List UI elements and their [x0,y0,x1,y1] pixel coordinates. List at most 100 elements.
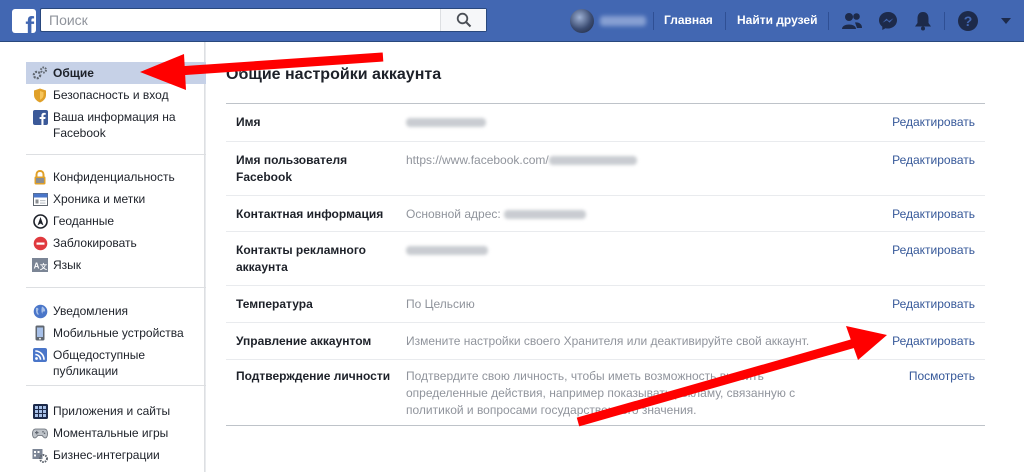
friends-icon[interactable] [840,9,864,33]
sidebar-item-mobile[interactable]: Мобильные устройства [26,322,206,344]
edit-name-link[interactable]: Редактировать [892,114,975,131]
edit-username-link[interactable]: Редактировать [892,152,975,169]
sidebar-item-label: Мобильные устройства [53,326,184,340]
messenger-icon[interactable] [876,9,900,33]
settings-sidebar: Общие Безопасность и вход Ваша информаци… [0,42,206,472]
svg-text:A: A [34,262,40,271]
sidebar-item-label: Конфиденциальность [53,170,175,184]
sidebar-group-notifications: Уведомления Мобильные устройства Общедос… [26,300,206,382]
dropdown-caret-icon[interactable] [994,9,1018,33]
sidebar-item-label: Язык [53,258,82,272]
row-value: Подтвердите свою личность, чтобы иметь в… [406,369,796,417]
sidebar-group-account: Общие Безопасность и вход Ваша информаци… [26,62,206,144]
profile-link[interactable] [570,9,646,33]
user-name-redacted [600,16,646,26]
svg-text:?: ? [964,13,973,29]
settings-row-name[interactable]: Имя Редактировать [226,104,985,141]
language-icon: A文 [32,257,48,273]
gamepad-icon [32,425,48,441]
sidebar-item-label: Приложения и сайты [53,404,171,418]
sidebar-item-label: Геоданные [53,214,115,228]
settings-row-username[interactable]: Имя пользователя Facebook https://www.fa… [226,141,985,195]
row-value [406,114,826,131]
search-button[interactable] [440,9,486,31]
facebook-logo-icon[interactable]: f [12,9,36,33]
lock-icon [32,169,48,185]
view-identity-link[interactable]: Посмотреть [909,368,975,385]
sidebar-item-location[interactable]: Геоданные [26,210,206,232]
row-value: Основной адрес: [406,206,826,223]
search-icon [456,12,471,28]
sidebar-item-instant-games[interactable]: Моментальные игры [26,422,206,444]
nav-divider [725,12,726,30]
help-icon[interactable]: ? [956,9,980,33]
rss-icon [32,347,48,363]
sidebar-item-apps[interactable]: Приложения и сайты [26,400,206,422]
row-value: Измените настройки своего Хранителя или … [406,334,810,348]
row-label: Контакты рекламного аккаунта [236,243,366,274]
sidebar-item-label: Заблокировать [53,236,137,250]
row-value [406,242,826,259]
sidebar-item-notifications[interactable]: Уведомления [26,300,206,322]
sidebar-item-label: Бизнес-интеграции [53,448,160,462]
redacted-email [504,210,587,220]
sidebar-item-general[interactable]: Общие [26,62,206,84]
nav-divider [653,12,654,30]
redacted-name [406,118,486,128]
sidebar-group-privacy: Конфиденциальность Хроника и метки Геода… [26,166,206,276]
row-label: Управление аккаунтом [236,334,372,348]
nav-divider [828,12,829,30]
redacted-username [548,156,637,166]
sidebar-item-language[interactable]: A文 Язык [26,254,206,276]
row-label: Имя пользователя Facebook [236,153,348,184]
divider [26,385,206,386]
settings-row-contact[interactable]: Контактная информация Основной адрес: Ре… [226,195,985,231]
sidebar-item-privacy[interactable]: Конфиденциальность [26,166,206,188]
sidebar-item-block[interactable]: Заблокировать [26,232,206,254]
apps-icon [32,403,48,419]
timeline-icon [32,191,48,207]
find-friends-link[interactable]: Найти друзей [737,13,817,27]
edit-temperature-link[interactable]: Редактировать [892,296,975,313]
sidebar-item-public-posts[interactable]: Общедоступные публикации [26,344,206,382]
sidebar-item-label: Безопасность и вход [53,88,169,102]
settings-row-ad-contacts[interactable]: Контакты рекламного аккаунта Редактирова… [226,231,985,285]
bell-icon[interactable] [911,9,935,33]
row-label: Контактная информация [236,207,384,221]
avatar [570,9,594,33]
settings-row-identity-confirmation[interactable]: Подтверждение личности Подтвердите свою … [226,359,985,425]
edit-ad-contacts-link[interactable]: Редактировать [892,242,975,259]
shield-icon [32,87,48,103]
nav-divider [944,12,945,30]
redacted-ad-contact [406,246,488,256]
edit-contact-link[interactable]: Редактировать [892,206,975,223]
sidebar-item-timeline[interactable]: Хроника и метки [26,188,206,210]
row-label: Имя [236,115,261,129]
location-icon [32,213,48,229]
main-content: Общие настройки аккаунта Имя Редактирова… [206,42,1024,472]
sidebar-group-apps: Приложения и сайты Моментальные игры Биз… [26,400,206,466]
sidebar-item-label: Уведомления [53,304,129,318]
divider [26,287,206,288]
block-icon [32,235,48,251]
sidebar-item-security[interactable]: Безопасность и вход [26,84,206,106]
gears-icon [32,65,48,81]
settings-row-account-management[interactable]: Управление аккаунтом Измените настройки … [226,322,985,359]
mobile-icon [32,325,48,341]
settings-row-temperature[interactable]: Температура По Цельсию Редактировать [226,285,985,322]
edit-account-management-link[interactable]: Редактировать [892,333,975,350]
svg-text:文: 文 [40,262,48,271]
sidebar-item-label: Хроника и метки [53,192,146,206]
sidebar-item-your-info[interactable]: Ваша информация на Facebook [26,106,206,144]
business-gear-icon [32,447,48,463]
row-label: Подтверждение личности [236,369,391,383]
row-label: Температура [236,297,313,311]
globe-icon [32,303,48,319]
search-input[interactable] [41,9,441,31]
search-box [40,8,487,32]
sidebar-item-business-integrations[interactable]: Бизнес-интеграции [26,444,206,466]
settings-table: Имя Редактировать Имя пользователя Faceb… [226,103,985,426]
home-link[interactable]: Главная [664,13,713,27]
username-url: https://www.facebook.com/ [406,153,549,167]
sidebar-item-label: Ваша информация на Facebook [53,110,176,140]
